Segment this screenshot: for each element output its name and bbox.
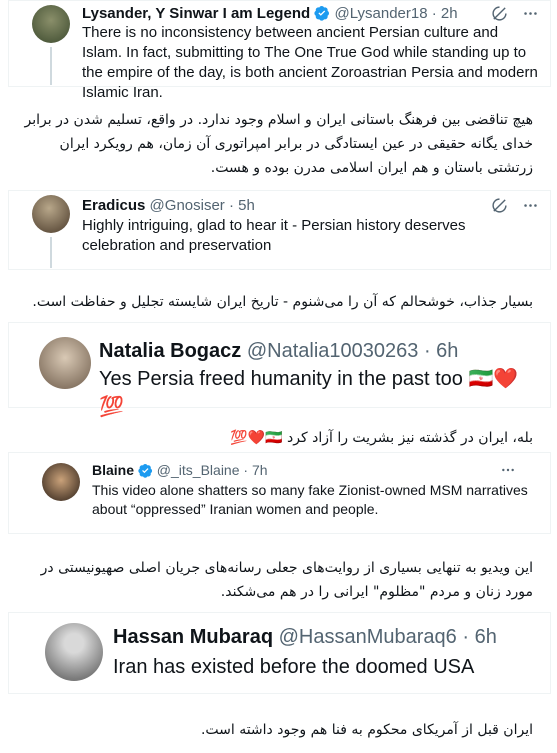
more-icon[interactable]: [522, 5, 539, 22]
author-handle[interactable]: @_its_Blaine: [157, 462, 240, 478]
tweet-translation: بله، ایران در گذشته نیز بشریت را آزاد کر…: [230, 430, 533, 446]
avatar[interactable]: [32, 195, 70, 233]
author-handle[interactable]: @Lysander18: [335, 5, 428, 22]
author-name[interactable]: Eradicus: [82, 197, 145, 214]
tweet-time[interactable]: · 6h: [462, 626, 496, 648]
thread-line: [50, 237, 52, 268]
tweet-time[interactable]: · 7h: [243, 462, 267, 478]
more-icon[interactable]: [500, 462, 516, 478]
tweet-text: Iran has existed before the doomed USA: [113, 656, 475, 678]
tweet-translation: بسیار جذاب، خوشحالم که آن را می‌شنوم - ت…: [32, 294, 533, 310]
tweet-card-blaine[interactable]: Blaine @_its_Blaine · 7h This video alon…: [8, 452, 551, 534]
verified-badge-icon: [314, 6, 330, 21]
avatar[interactable]: [42, 463, 80, 501]
tweet-translation: ایران قبل از آمریکای محکوم به فنا هم وجو…: [200, 722, 533, 738]
tweet-card-hassan[interactable]: Hassan Mubaraq @HassanMubaraq6 · 6h Iran…: [8, 612, 551, 694]
tweet-text: There is no inconsistency between ancien…: [82, 24, 538, 101]
grok-icon[interactable]: [491, 197, 508, 214]
author-handle[interactable]: @Natalia10030263: [247, 340, 419, 362]
tweet-translation: این ویدیو به تنهایی بسیاری از روایت‌های …: [40, 560, 533, 600]
more-icon[interactable]: [522, 197, 539, 214]
author-name[interactable]: Blaine: [92, 462, 134, 478]
tweet-card-natalia[interactable]: Natalia Bogacz @Natalia10030263 · 6h Yes…: [8, 322, 551, 418]
tweet-translation: هیچ تناقضی بین فرهنگ باستانی ایران و اسل…: [24, 112, 533, 176]
tweet-time[interactable]: · 6h: [424, 340, 458, 362]
author-handle[interactable]: @HassanMubaraq6: [279, 626, 457, 648]
author-name[interactable]: Natalia Bogacz: [99, 340, 241, 362]
tweet-card-eradicus[interactable]: Eradicus @Gnosiser · 5h Highly intriguin…: [8, 190, 551, 270]
author-handle[interactable]: @Gnosiser: [150, 197, 225, 214]
tweet-card-lysander[interactable]: Lysander, Y Sinwar I am Legend @Lysander…: [8, 0, 551, 101]
avatar[interactable]: [39, 337, 91, 389]
avatar[interactable]: [32, 5, 70, 43]
author-name[interactable]: Hassan Mubaraq: [113, 626, 273, 648]
thread-line: [50, 47, 52, 85]
verified-badge-icon: [138, 463, 152, 478]
tweet-text: This video alone shatters so many fake Z…: [92, 482, 528, 517]
tweet-time[interactable]: · 5h: [229, 197, 255, 214]
author-name[interactable]: Lysander, Y Sinwar I am Legend: [82, 5, 310, 22]
grok-icon[interactable]: [491, 5, 508, 22]
tweet-text: Highly intriguing, glad to hear it - Per…: [82, 217, 466, 254]
tweet-time[interactable]: · 2h: [432, 5, 458, 22]
avatar[interactable]: [45, 623, 103, 681]
tweet-text: Yes Persia freed humanity in the past to…: [99, 368, 519, 418]
